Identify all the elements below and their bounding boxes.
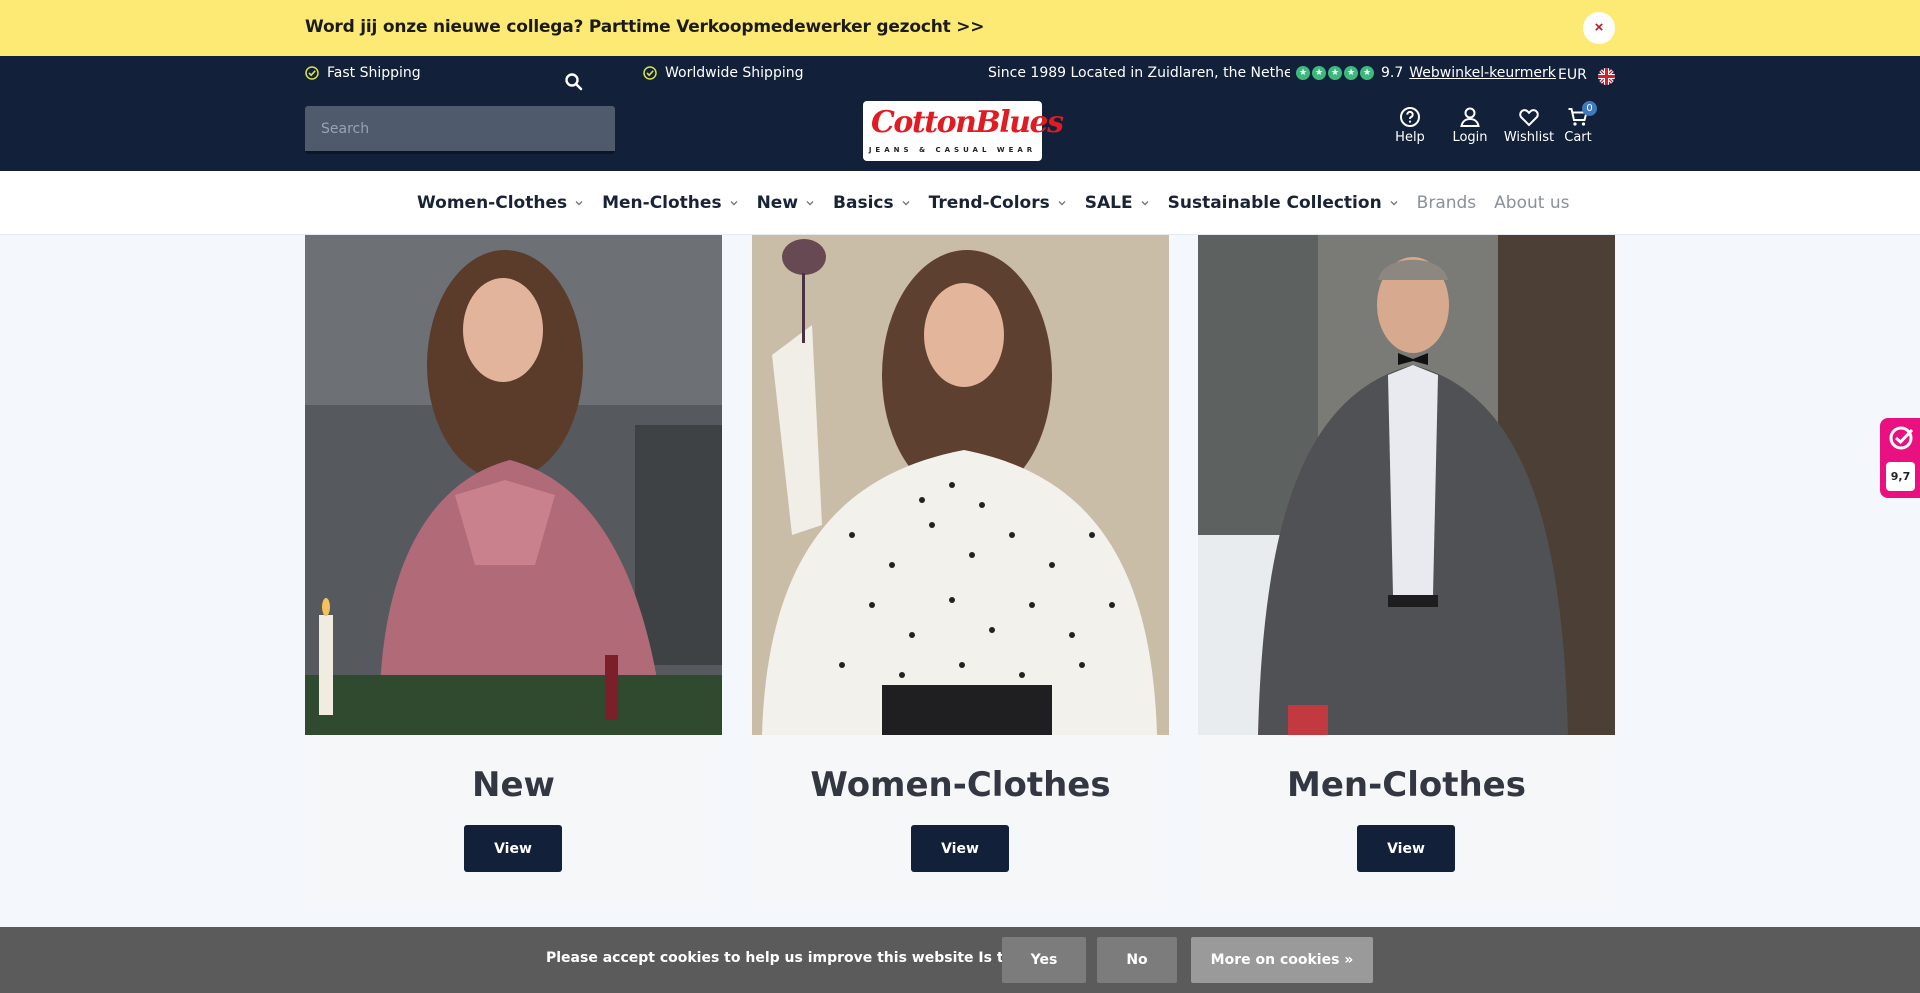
- cookie-message: Please accept cookies to help us improve…: [546, 950, 1063, 966]
- help-label: Help: [1395, 130, 1425, 145]
- category-title: Men-Clothes: [1287, 765, 1526, 805]
- chevron-down-icon: [1058, 201, 1066, 206]
- category-card-new: New View: [305, 235, 722, 900]
- currency-selector[interactable]: EUR: [1558, 67, 1587, 83]
- keurmerk-check-icon: [1889, 426, 1914, 450]
- category-photo-new[interactable]: [305, 235, 722, 735]
- search-icon[interactable]: [556, 64, 592, 100]
- usp-location: Since 1989 Located in Zuidlaren, the Net…: [980, 65, 1290, 81]
- cart-button[interactable]: Cart 0: [1560, 101, 1597, 145]
- site-header: Fast Shipping Worldwide Shipping Since 1…: [0, 56, 1920, 171]
- nav-label: Women-Clothes: [417, 193, 568, 213]
- login-button[interactable]: Login: [1450, 106, 1490, 145]
- nav-item-brands[interactable]: Brands: [1417, 193, 1477, 213]
- main-navigation: Women-Clothes Men-Clothes New Basics Tre…: [0, 171, 1920, 235]
- cookie-no-button[interactable]: No: [1097, 937, 1177, 983]
- category-photo-men-clothes[interactable]: [1198, 235, 1615, 735]
- star-icon: ★: [1296, 66, 1310, 80]
- keurmerk-side-badge[interactable]: 9,7: [1880, 418, 1920, 498]
- cookie-banner: Please accept cookies to help us improve…: [0, 927, 1920, 993]
- announcement-close-button[interactable]: ×: [1583, 12, 1615, 44]
- nav-item-new[interactable]: New: [757, 193, 815, 213]
- nav-item-men-clothes[interactable]: Men-Clothes: [602, 193, 738, 213]
- category-title: New: [472, 765, 555, 805]
- cookie-yes-button[interactable]: Yes: [1002, 937, 1086, 983]
- cookie-more-button[interactable]: More on cookies »: [1191, 937, 1373, 983]
- heart-icon: [1519, 109, 1539, 127]
- nav-label: Trend-Colors: [928, 193, 1050, 213]
- category-card-men-clothes: Men-Clothes View: [1198, 235, 1615, 900]
- nav-item-sustainable-collection[interactable]: Sustainable Collection: [1168, 193, 1399, 213]
- nav-item-women-clothes[interactable]: Women-Clothes: [417, 193, 584, 213]
- search-input[interactable]: [321, 118, 561, 140]
- chevron-down-icon: [1141, 201, 1149, 206]
- site-logo[interactable]: CottonBlues JEANS & CASUAL WEAR: [863, 101, 1064, 161]
- chevron-down-icon: [1390, 201, 1398, 206]
- check-circle-icon: [305, 66, 319, 80]
- chevron-down-icon: [902, 201, 910, 206]
- star-icon: ★: [1344, 66, 1358, 80]
- cart-label: Cart: [1564, 130, 1592, 145]
- category-card-women-clothes: Women-Clothes View: [752, 235, 1169, 900]
- nav-label: Men-Clothes: [602, 193, 722, 213]
- check-circle-icon: [643, 66, 657, 80]
- nav-item-about-us[interactable]: About us: [1494, 193, 1569, 213]
- category-photo-women-clothes[interactable]: [752, 235, 1169, 735]
- nav-item-trend-colors[interactable]: Trend-Colors: [929, 193, 1067, 213]
- nav-label: About us: [1494, 193, 1570, 213]
- usp-label: Since 1989 Located in Zuidlaren, the Net…: [988, 65, 1290, 81]
- star-icon: ★: [1328, 66, 1342, 80]
- star-icon: ★: [1360, 66, 1374, 80]
- help-button[interactable]: Help: [1393, 106, 1427, 145]
- search-box: [305, 106, 615, 154]
- help-icon: [1400, 107, 1420, 127]
- nav-label: Sustainable Collection: [1167, 193, 1382, 213]
- category-title: Women-Clothes: [810, 765, 1111, 805]
- rating-score: 9.7: [1381, 65, 1404, 81]
- nav-item-basics[interactable]: Basics: [833, 193, 911, 213]
- usp-worldwide-shipping: Worldwide Shipping: [643, 65, 803, 81]
- usp-fast-shipping: Fast Shipping: [305, 65, 421, 81]
- star-icon: ★: [1312, 66, 1326, 80]
- cart-count-badge: 0: [1582, 101, 1597, 116]
- announcement-bar: Word jij onze nieuwe collega? Parttime V…: [0, 0, 1920, 56]
- logo-tagline: JEANS & CASUAL WEAR: [868, 146, 1037, 154]
- view-women-clothes-button[interactable]: View: [911, 825, 1009, 872]
- chevron-down-icon: [575, 201, 583, 206]
- chevron-down-icon: [806, 201, 814, 206]
- login-label: Login: [1452, 130, 1488, 145]
- nav-label: Basics: [833, 193, 894, 213]
- wishlist-button[interactable]: Wishlist: [1503, 106, 1555, 145]
- logo-wordmark: CottonBlues: [871, 105, 1064, 140]
- view-new-button[interactable]: View: [464, 825, 562, 872]
- keurmerk-link[interactable]: Webwinkel-keurmerk: [1409, 65, 1556, 81]
- uk-flag-icon[interactable]: [1598, 68, 1615, 85]
- usp-label: Worldwide Shipping: [665, 65, 804, 81]
- nav-label: New: [756, 193, 799, 213]
- rating-widget[interactable]: ★ ★ ★ ★ ★ 9.7 Webwinkel-keurmerk: [1296, 65, 1556, 81]
- user-icon: [1460, 107, 1480, 127]
- wishlist-label: Wishlist: [1503, 130, 1555, 145]
- side-badge-score: 9,7: [1886, 462, 1915, 491]
- usp-label: Fast Shipping: [327, 65, 421, 81]
- view-men-clothes-button[interactable]: View: [1357, 825, 1455, 872]
- nav-label: Brands: [1416, 193, 1477, 213]
- chevron-down-icon: [730, 201, 738, 206]
- nav-label: SALE: [1084, 193, 1133, 213]
- announcement-link[interactable]: Word jij onze nieuwe collega? Parttime V…: [305, 17, 985, 37]
- nav-item-sale[interactable]: SALE: [1085, 193, 1150, 213]
